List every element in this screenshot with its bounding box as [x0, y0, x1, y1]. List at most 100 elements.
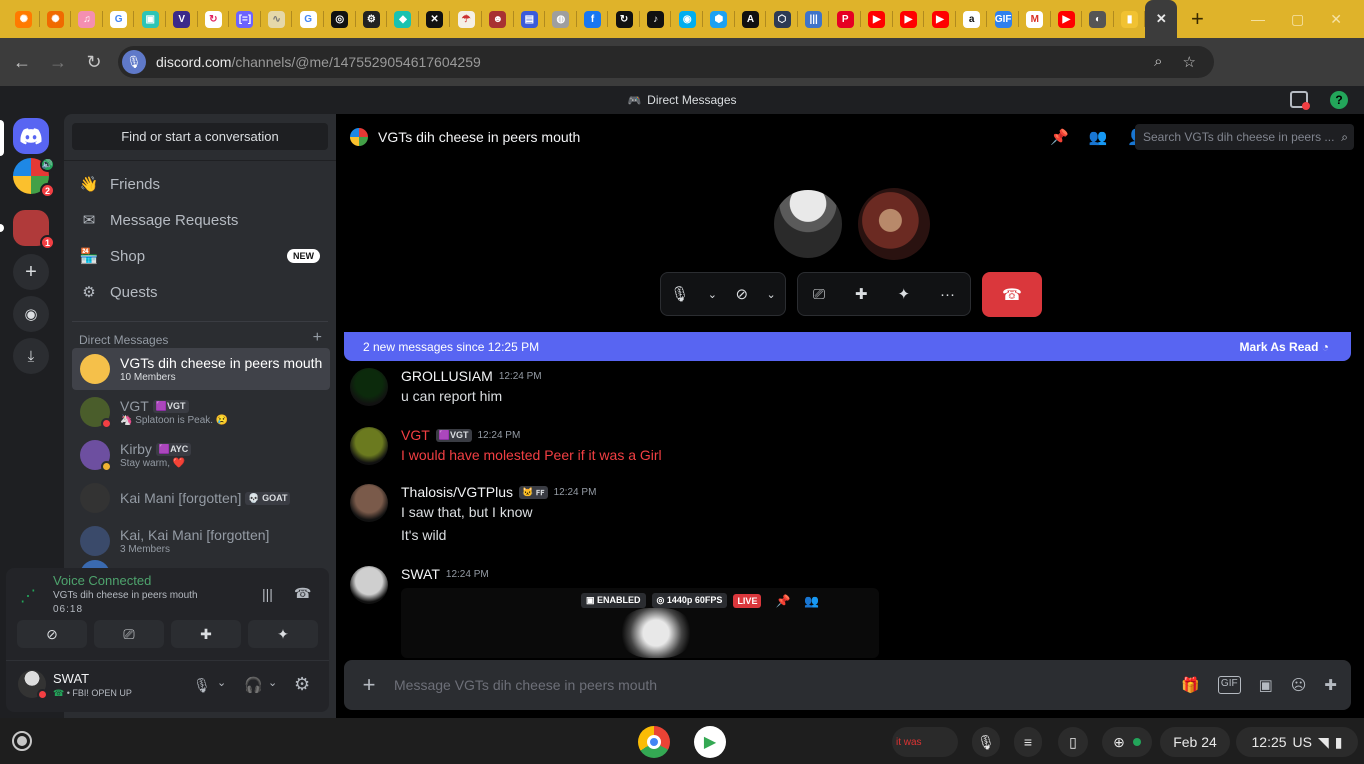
message-username[interactable]: GROLLUSIAM	[401, 368, 493, 384]
sticker-icon[interactable]: ▣	[1259, 676, 1273, 694]
browser-tab[interactable]: ✺	[40, 0, 72, 38]
message-avatar[interactable]	[350, 566, 388, 604]
browser-tab[interactable]: ◉	[671, 0, 703, 38]
activities-button[interactable]: ✚	[171, 620, 241, 648]
help-icon[interactable]: ?	[1330, 91, 1348, 109]
nav-item-shop[interactable]: 🏪 Shop NEW	[72, 239, 328, 273]
server-user-dm[interactable]: 1	[13, 210, 55, 250]
find-conversation-button[interactable]: Find or start a conversation	[72, 123, 328, 150]
call-mic-options-icon[interactable]: ⌄	[708, 288, 717, 301]
browser-tab[interactable]: ▶	[893, 0, 925, 38]
browser-tab[interactable]: A	[735, 0, 767, 38]
gif-icon[interactable]: GIF	[1217, 676, 1241, 694]
browser-tab[interactable]: ▶	[1051, 0, 1083, 38]
browser-tab[interactable]: ▮	[1114, 0, 1146, 38]
connection-icon[interactable]: ⋰	[20, 586, 36, 606]
nav-item-quests[interactable]: ⚙ Quests	[72, 275, 328, 309]
disconnect-icon[interactable]: ☎	[294, 585, 311, 602]
browser-tab[interactable]: f	[577, 0, 609, 38]
message-avatar[interactable]	[350, 427, 388, 465]
call-mic-icon[interactable]: 🎙	[670, 285, 689, 303]
browser-tab[interactable]: P	[829, 0, 861, 38]
browser-tab[interactable]: G	[292, 0, 324, 38]
call-activities-icon[interactable]: ✚	[855, 285, 868, 303]
call-participant-peer[interactable]	[858, 188, 930, 260]
stream-add-icon[interactable]: 👥	[804, 594, 819, 608]
mic-icon[interactable]: 🎙	[193, 677, 211, 694]
hang-up-button[interactable]: ☎	[982, 272, 1042, 317]
minimize-icon[interactable]: —	[1251, 11, 1265, 27]
browser-tab[interactable]: ♪	[640, 0, 672, 38]
phone-hub-icon[interactable]: ▯	[1058, 727, 1088, 757]
screenshare-button[interactable]: ⎚	[94, 620, 164, 648]
emoji-icon[interactable]: ☹	[1291, 676, 1307, 694]
status-tray[interactable]: 12:25 US ◥ ▮	[1236, 727, 1358, 757]
tote-icon[interactable]: ⊕	[1102, 727, 1152, 757]
browser-tab[interactable]: ✕	[419, 0, 451, 38]
browser-tab[interactable]: ⚙	[356, 0, 388, 38]
new-messages-bar[interactable]: 2 new messages since 12:25 PM Mark As Re…	[344, 332, 1351, 361]
gift-icon[interactable]: 🎁	[1181, 676, 1200, 694]
chat-message[interactable]: GROLLUSIAM 12:24 PM u can report him	[350, 368, 1340, 428]
mark-as-read-button[interactable]: Mark As Read ◔	[1239, 340, 1329, 354]
browser-tab[interactable]: ▤	[514, 0, 546, 38]
user-name[interactable]: SWAT	[53, 671, 89, 686]
attach-plus-button[interactable]: +	[344, 672, 394, 698]
browser-tab[interactable]: ◐	[1082, 0, 1114, 38]
add-friends-icon[interactable]: 👥	[1089, 128, 1108, 146]
address-bar[interactable]: 🎙 discord.com/channels/@me/1475529054617…	[118, 46, 1214, 78]
browser-tab[interactable]: ▶	[924, 0, 956, 38]
chat-message[interactable]: Thalosis/VGTPlus 🐱 ꜰꜰ 12:24 PM I saw that, …	[350, 484, 1340, 544]
stream-pin-icon[interactable]: 📌	[775, 594, 790, 608]
settings-gear-icon[interactable]: ⚙	[294, 674, 310, 695]
browser-tab[interactable]: G	[103, 0, 135, 38]
voice-channel-name[interactable]: VGTs dih cheese in peers mouth	[53, 590, 198, 601]
call-screenshare-icon[interactable]: ⎚	[813, 286, 825, 303]
browser-tab[interactable]: ✺	[8, 0, 40, 38]
screen-capture-thumb[interactable]: it was	[892, 727, 958, 757]
camera-off-button[interactable]: ⊘	[17, 620, 87, 648]
add-server-button[interactable]: +	[13, 254, 49, 290]
maximize-icon[interactable]: ▢	[1291, 11, 1304, 28]
create-dm-button[interactable]: +	[313, 329, 322, 347]
nav-item-message-requests[interactable]: ✉ Message Requests	[72, 203, 328, 237]
browser-tab[interactable]: ⬡	[766, 0, 798, 38]
call-camera-options-icon[interactable]: ⌄	[767, 288, 776, 301]
dm-item[interactable]: Kirby 🟪AYC Stay warm, ❤️	[72, 434, 330, 476]
dm-item[interactable]: VGTs dih cheese in peers mouth 10 Members	[72, 348, 330, 390]
close-window-icon[interactable]: ✕	[1330, 11, 1342, 28]
dm-item-clipped[interactable]	[80, 560, 110, 568]
forward-button[interactable]: →	[40, 44, 76, 80]
new-tab-button[interactable]: +	[1181, 3, 1213, 35]
browser-tab[interactable]: M	[1019, 0, 1051, 38]
pin-icon[interactable]: 📌	[1050, 128, 1069, 146]
apps-icon[interactable]: ✚	[1324, 676, 1337, 694]
discord-home-button[interactable]	[13, 118, 49, 154]
play-store-icon[interactable]: ▶	[694, 726, 726, 758]
noise-suppression-icon[interactable]: |||	[262, 586, 273, 602]
browser-tab[interactable]: [=]	[229, 0, 261, 38]
message-username[interactable]: SWAT	[401, 566, 440, 582]
browser-tab[interactable]: |||	[798, 0, 830, 38]
browser-tab[interactable]: ∿	[261, 0, 293, 38]
message-avatar[interactable]	[350, 368, 388, 406]
message-username[interactable]: VGT	[401, 427, 430, 443]
back-button[interactable]: ←	[4, 44, 40, 80]
site-info-icon[interactable]: 🎙	[122, 50, 146, 74]
browser-tab[interactable]: ◍	[545, 0, 577, 38]
channel-search-input[interactable]: Search VGTs dih cheese in peers ... ⌕	[1135, 124, 1354, 150]
launcher-button[interactable]	[12, 731, 32, 751]
message-avatar[interactable]	[350, 484, 388, 522]
message-username[interactable]: Thalosis/VGTPlus	[401, 484, 513, 500]
browser-tab[interactable]: ◎	[324, 0, 356, 38]
browser-tab[interactable]: V	[166, 0, 198, 38]
bookmark-star-icon[interactable]: ☆	[1183, 53, 1196, 71]
browser-tab[interactable]: ▶	[861, 0, 893, 38]
browser-tab[interactable]: ▣	[134, 0, 166, 38]
dm-item[interactable]: Kai Mani [forgotten] 💀 GOAT	[72, 477, 330, 519]
mic-options-icon[interactable]: ⌄	[217, 676, 226, 689]
audio-options-icon[interactable]: ⌄	[268, 676, 277, 689]
soundboard-button[interactable]: ✦	[248, 620, 318, 648]
browser-tab[interactable]: ↻	[608, 0, 640, 38]
date-tray[interactable]: Feb 24	[1160, 727, 1230, 757]
